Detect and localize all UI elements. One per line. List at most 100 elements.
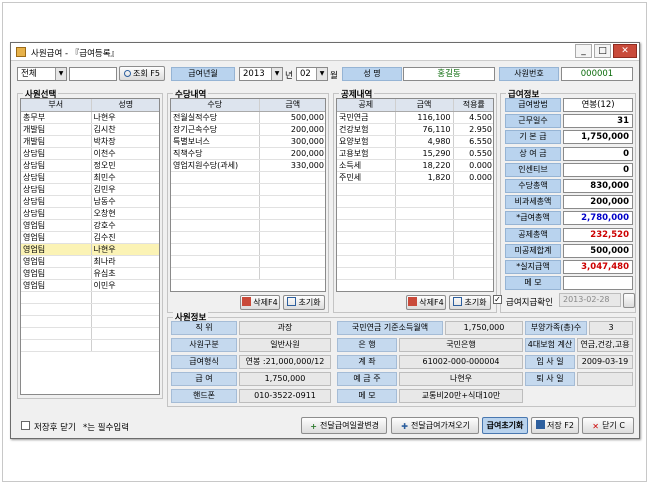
table-row[interactable]: 고용보험 15,290 0.550 [337,147,493,160]
pay-info-value[interactable]: 500,000 [563,243,633,258]
table-row[interactable]: 상담팀 이천수 [21,147,159,160]
close-button[interactable]: ✕ 닫기 C [582,417,634,434]
pay-info-value[interactable]: 0 [563,146,633,161]
pay-info-label: *급여총액 [505,211,561,226]
init-label: 급여초기화 [486,421,524,430]
allowance-delete-button[interactable]: 삭제F4 [240,295,280,310]
col-ded-amount[interactable]: 금액 [395,99,454,112]
pension-label: 국민연금 기준소득월액 [337,321,443,335]
table-row[interactable]: 주민세 1,820 0.000 [337,171,493,184]
col-deduction[interactable]: 공제 [337,99,396,112]
col-allowance[interactable]: 수당 [171,99,260,112]
deduction-reset-button[interactable]: 초기화 [449,295,491,310]
dept-cell: 영업팀 [21,267,92,280]
col-name[interactable]: 성명 [91,99,159,112]
table-row[interactable]: 국민연금 116,100 4.500 [337,111,493,124]
pay-info-label: 수당총액 [505,179,561,193]
deduction-delete-button[interactable]: 삭제F4 [406,295,446,310]
employee-grid[interactable]: 부서 성명 총무부 나현우 개발팀 김시찬 개발팀 박차장 상담팀 이천수 상담팀 정오민 상담팀 최… [20,98,160,395]
prev-load-button[interactable]: ✚ 전달급여가져오기 [391,417,479,434]
trash-icon [408,297,418,306]
table-row[interactable]: 개발팀 박차장 [21,135,159,148]
table-row[interactable]: 직책수당 200,000 [171,147,325,160]
table-row[interactable]: 상담팀 남동수 [21,195,159,208]
minimize-button[interactable]: _ [575,44,592,58]
close-after-save-label: 저장후 닫기 [34,423,76,433]
pay-info-value[interactable]: 200,000 [563,195,633,210]
table-row[interactable]: 영업팀 최나라 [21,255,159,268]
deduction-cell: 건강보험 [337,123,396,136]
amount-cell: 200,000 [259,123,325,136]
chevron-down-icon[interactable]: ▼ [271,68,282,80]
table-row[interactable]: 건강보험 76,110 2.950 [337,123,493,136]
table-row[interactable]: 영업팀 강호수 [21,219,159,232]
lookup-button[interactable]: 조회 F5 [119,66,165,81]
rate-cell: 0.000 [453,171,493,184]
pay-info-value[interactable]: 연봉(12) [563,98,633,112]
allowance-grid[interactable]: 수당 금액 전월실적수당 500,000 장기근속수당 200,000 특별보너스 300… [170,98,326,292]
pay-info-value[interactable]: 830,000 [563,179,633,193]
table-row[interactable]: 특별보너스 300,000 [171,135,325,148]
table-row[interactable]: 상담팀 오창현 [21,207,159,220]
month-combo[interactable]: 02 ▼ [296,67,328,81]
trash-icon [242,297,252,306]
pay-info-label: 급여방법 [505,98,561,112]
table-row[interactable]: 상담팀 김민우 [21,183,159,196]
paid-checkbox[interactable]: ✓ [493,295,502,304]
reset-icon [453,297,463,306]
empty-row [337,207,493,220]
dept-cell: 개발팀 [21,123,92,136]
pay-info-value[interactable]: 3,047,480 [563,260,633,274]
empty-row [337,243,493,256]
close-after-save-checkbox[interactable] [21,421,30,430]
pay-info-value[interactable] [563,276,633,291]
paid-date[interactable]: 2013-02-28 [559,293,621,307]
pay-info-value[interactable]: 31 [563,114,633,129]
pay-info-value[interactable]: 0 [563,162,633,177]
table-row[interactable]: 전월실적수당 500,000 [171,111,325,124]
col-amount[interactable]: 금액 [259,99,325,112]
pay-info-value[interactable]: 1,750,000 [563,130,633,145]
memo-value: 교통비20만+식대10만 [399,389,523,403]
table-row[interactable]: 영업팀 이민우 [21,279,159,292]
maximize-button[interactable]: □ [594,44,611,58]
table-row[interactable]: 영업팀 김수진 [21,231,159,244]
allowance-reset-button[interactable]: 초기화 [283,295,325,310]
deduction-grid[interactable]: 공제 금액 적용률 국민연금 116,100 4.500 건강보험 76,110 2.95… [336,98,494,292]
dept-combo[interactable]: 전체 ▼ [17,67,67,81]
table-row[interactable]: 요양보험 4,980 6.550 [337,135,493,148]
empty-row [171,243,325,256]
year-combo[interactable]: 2013 ▼ [239,67,283,81]
name-cell: 정오민 [91,159,159,172]
amount-cell: 300,000 [259,135,325,148]
table-row[interactable]: 영업지원수당(과세) 330,000 [171,159,325,172]
table-row[interactable]: 소득세 18,220 0.000 [337,159,493,172]
table-row[interactable]: 장기근속수당 200,000 [171,123,325,136]
prev-change-button[interactable]: + 전달급여일괄변경 [301,417,387,434]
name-cell: 남동수 [91,195,159,208]
table-row[interactable]: 영업팀 유심초 [21,267,159,280]
dept-cell: 개발팀 [21,135,92,148]
close-window-button[interactable]: ✕ [613,44,637,58]
col-rate[interactable]: 적용률 [453,99,493,112]
chevron-down-icon[interactable]: ▼ [316,68,327,80]
search-input[interactable] [69,67,117,81]
name-cell: 김시찬 [91,123,159,136]
table-row[interactable]: 영업팀 나현우 [21,243,159,256]
pay-info-value[interactable]: 232,520 [563,227,633,242]
window-title: 사원급여 - 『급여등록』 [31,49,120,59]
deduction-cell: 국민연금 [337,111,396,124]
table-row[interactable]: 상담팀 정오민 [21,159,159,172]
table-row[interactable]: 상담팀 최민수 [21,171,159,184]
chevron-down-icon[interactable]: ▼ [55,68,66,80]
pay-info-value[interactable]: 2,780,000 [563,211,633,226]
table-row[interactable]: 개발팀 김시찬 [21,123,159,136]
empty-row [21,315,159,328]
table-row[interactable]: 총무부 나현우 [21,111,159,124]
init-button[interactable]: 급여초기화 [482,417,528,434]
col-dept[interactable]: 부서 [21,99,92,112]
empty-row [171,207,325,220]
empty-row [21,303,159,316]
save-button[interactable]: 저장 F2 [531,417,579,434]
date-picker-button[interactable] [623,293,635,308]
